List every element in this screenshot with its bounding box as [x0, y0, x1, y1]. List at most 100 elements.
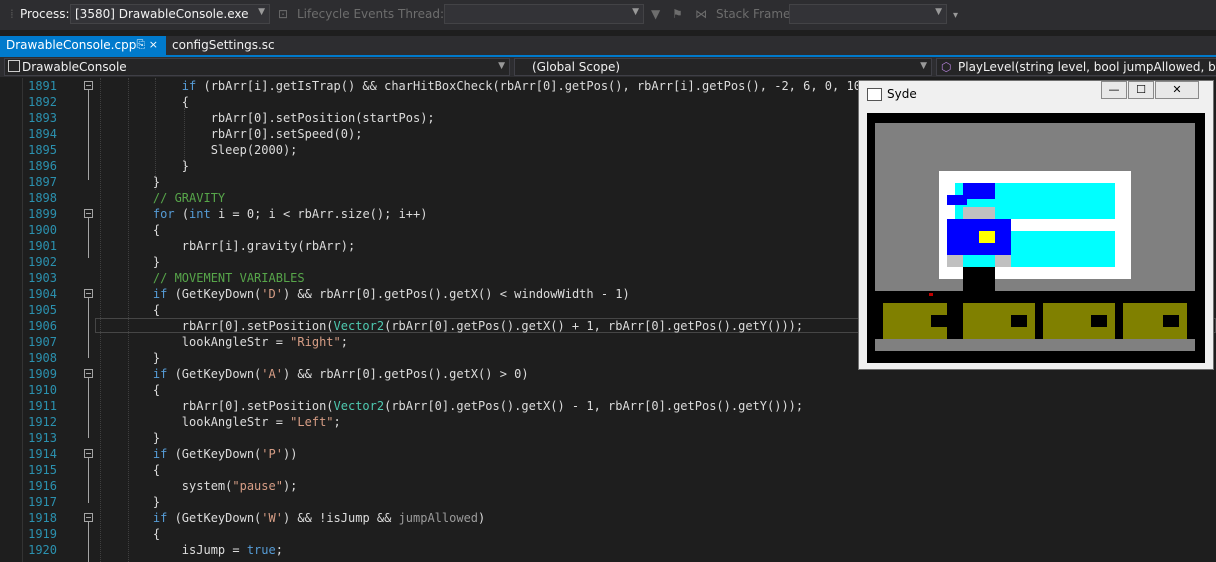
code-token: }	[124, 431, 161, 445]
line-number: 1920	[28, 543, 57, 557]
project-name: DrawableConsole	[22, 60, 127, 74]
maximize-button[interactable]: ☐	[1128, 81, 1154, 99]
collapse-icon[interactable]	[84, 369, 93, 378]
pin-close-icon[interactable]: ⎘ ×	[136, 38, 158, 52]
filter-icon[interactable]: ▼	[651, 7, 660, 21]
process-label: Process:	[20, 7, 70, 21]
code-text: rbArr[0].setPosition(Vector2(rbArr[0].ge…	[124, 398, 803, 414]
code-line[interactable]: 1910 {	[0, 382, 1216, 398]
code-text: // MOVEMENT VARIABLES	[124, 270, 305, 286]
collapse-icon[interactable]	[84, 81, 93, 90]
thread-label: Thread:	[398, 7, 445, 21]
player-hand	[947, 255, 963, 267]
code-line[interactable]: 1920 isJump = true;	[0, 542, 1216, 558]
code-token: );	[282, 479, 298, 493]
line-number: 1893	[28, 111, 57, 125]
close-button[interactable]: ✕	[1155, 81, 1199, 99]
code-line[interactable]: 1919 {	[0, 526, 1216, 542]
line-number: 1899	[28, 207, 57, 221]
code-text: {	[124, 222, 160, 238]
code-text: rbArr[0].setPosition(startPos);	[124, 110, 435, 126]
collapse-icon[interactable]	[84, 449, 93, 458]
member-name: PlayLevel(string level, bool jumpAllowed…	[958, 60, 1216, 74]
code-token: if	[152, 511, 168, 525]
scope-dropdown[interactable]: (Global Scope) ▼	[514, 58, 932, 76]
line-number: 1912	[28, 415, 57, 429]
process-value: [3580] DrawableConsole.exe	[75, 7, 249, 21]
code-text: rbArr[i].gravity(rbArr);	[124, 238, 355, 254]
console-titlebar[interactable]: Syde — ☐ ✕	[859, 81, 1213, 107]
project-icon	[8, 60, 20, 72]
code-line[interactable]: 1912 lookAngleStr = "Left";	[0, 414, 1216, 430]
code-token: {	[124, 223, 161, 237]
toolbar-overflow-icon[interactable]: ▾	[953, 10, 958, 21]
line-number: 1915	[28, 463, 57, 477]
code-token: (GetKeyDown(	[167, 367, 262, 381]
code-token: // MOVEMENT VARIABLES	[152, 271, 305, 285]
thread-dropdown[interactable]: ▼	[444, 4, 644, 24]
chevron-down-icon: ▼	[258, 7, 265, 17]
line-number: 1910	[28, 383, 57, 397]
game-canvas[interactable]	[867, 113, 1205, 363]
tab-configsettings-sc[interactable]: configSettings.sc	[166, 36, 281, 55]
player-badge	[979, 231, 995, 243]
code-line[interactable]: 1915 {	[0, 462, 1216, 478]
tab-label: configSettings.sc	[172, 38, 275, 52]
line-number: 1906	[28, 319, 57, 333]
code-text: }	[124, 430, 160, 446]
code-line[interactable]: 1918 if (GetKeyDown('W') && !isJump && j…	[0, 510, 1216, 526]
chevron-down-icon: ▼	[632, 7, 639, 17]
lifecycle-events-button[interactable]: Lifecycle Events	[297, 7, 394, 21]
debug-toolbar: ⁞ Process: [3580] DrawableConsole.exe ▼ …	[0, 0, 1216, 30]
collapse-icon[interactable]	[84, 209, 93, 218]
code-token: 'D'	[261, 287, 283, 301]
code-token: isJump =	[124, 543, 247, 557]
code-text: Sleep(2000);	[124, 142, 298, 158]
code-token: {	[124, 303, 161, 317]
member-dropdown[interactable]: ⬡ PlayLevel(string level, bool jumpAllow…	[936, 58, 1216, 76]
code-line[interactable]: 1917 }	[0, 494, 1216, 510]
code-token: {	[124, 463, 161, 477]
process-dropdown[interactable]: [3580] DrawableConsole.exe ▼	[70, 4, 270, 24]
code-text: {	[124, 382, 160, 398]
code-line[interactable]: 1913 }	[0, 430, 1216, 446]
line-number: 1903	[28, 271, 57, 285]
line-number: 1904	[28, 287, 57, 301]
code-token: ) && rbArr[0].getPos().getX() > 0)	[282, 367, 529, 381]
code-token: }	[124, 175, 161, 189]
game-drawer-handle	[1163, 315, 1179, 327]
filter-flag-icon[interactable]: ⚑	[672, 7, 683, 21]
player-hand	[995, 255, 1011, 267]
console-window[interactable]: Syde — ☐ ✕	[858, 80, 1214, 370]
stack-frame-icon[interactable]: ⋈	[695, 7, 707, 21]
project-dropdown[interactable]: DrawableConsole ▼	[4, 58, 510, 76]
collapse-icon[interactable]	[84, 289, 93, 298]
code-token: lookAngleStr =	[124, 335, 291, 349]
stack-frame-dropdown[interactable]: ▼	[789, 4, 947, 24]
code-token: ))	[282, 447, 298, 461]
game-drawer-handle	[1011, 315, 1027, 327]
line-number: 1897	[28, 175, 57, 189]
line-number: 1917	[28, 495, 57, 509]
game-pole	[963, 267, 995, 291]
tab-drawableconsole-cpp[interactable]: DrawableConsole.cpp ⎘ ×	[0, 36, 166, 55]
lifecycle-events-icon[interactable]: ⊡	[278, 7, 288, 21]
code-token: (GetKeyDown(	[167, 447, 262, 461]
code-line[interactable]: 1916 system("pause");	[0, 478, 1216, 494]
code-token: true	[246, 543, 276, 557]
game-drawer-handle	[1091, 315, 1107, 327]
line-number: 1913	[28, 431, 57, 445]
code-line[interactable]: 1911 rbArr[0].setPosition(Vector2(rbArr[…	[0, 398, 1216, 414]
code-token: Vector2	[333, 399, 385, 413]
collapse-icon[interactable]	[84, 513, 93, 522]
code-token: (	[174, 207, 190, 221]
code-line[interactable]: 1914 if (GetKeyDown('P'))	[0, 446, 1216, 462]
minimize-button[interactable]: —	[1101, 81, 1127, 99]
code-text: system("pause");	[124, 478, 298, 494]
code-text: rbArr[0].setPosition(Vector2(rbArr[0].ge…	[124, 318, 803, 334]
code-text: if (GetKeyDown('A') && rbArr[0].getPos()…	[124, 366, 529, 382]
